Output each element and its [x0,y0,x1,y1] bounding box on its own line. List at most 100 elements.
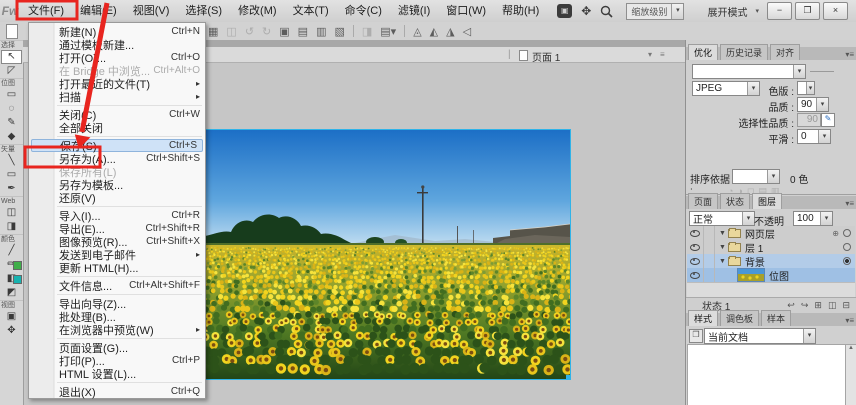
color-swatch[interactable] [13,275,22,284]
selective-quality-field[interactable]: 90 [797,113,821,127]
image-size-icon[interactable]: ◭ [430,25,438,38]
align-icon[interactable]: ▤▾ [380,25,396,38]
new-layer-icon[interactable]: ⊞ [814,300,822,311]
lock-column[interactable] [703,240,715,254]
flip-icon[interactable]: ◁ [463,25,471,38]
chevron-down-icon[interactable]: ▾ [806,82,814,94]
styles-scrollbar[interactable]: ▲ [845,344,856,405]
panel-menu-icon[interactable]: ▾≡ [845,50,856,60]
color-swatch[interactable] [13,261,22,270]
menu-item-export-wizard[interactable]: 导出向导(Z)... [29,297,205,310]
expand-mode-button[interactable]: 展开模式 [707,4,747,19]
menu-window[interactable]: 窗口(W) [438,0,494,22]
chevron-down-icon[interactable]: ▾ [816,98,828,111]
edit-selective-quality-icon[interactable]: ✎ [821,113,835,127]
menu-filters[interactable]: 滤镜(I) [390,0,438,22]
layer-row[interactable]: ▼层 1 [687,240,855,255]
menu-item-page-setup[interactable]: 页面设置(G)... [29,341,205,354]
marquee-tool[interactable]: ▭ [0,88,23,102]
eye-icon[interactable] [690,230,700,237]
send-backward-icon[interactable]: ▥ [316,25,326,38]
blend-mode-select[interactable]: 正常▾ [689,211,755,226]
export-format-select[interactable]: JPEG▾ [692,81,760,96]
menu-item-scan[interactable]: 扫描▸ [29,90,205,103]
tab-pages[interactable]: 页面 [688,193,718,209]
menu-item-save-as-template[interactable]: 另存为模板... [29,178,205,191]
new-document-icon[interactable] [6,24,18,39]
chevron-down-icon[interactable]: ▾ [820,212,832,225]
menu-edit[interactable]: 编辑(E) [72,0,125,22]
zoom-level-select[interactable]: 缩放级别 ▾ [626,3,684,20]
menu-item-exit[interactable]: 退出(X)Ctrl+Q [29,385,205,398]
panel-menu-icon[interactable]: ▾≡ [845,199,856,209]
matte-color-well[interactable]: ▾ [797,81,815,95]
eye-icon[interactable] [690,244,700,251]
menu-file[interactable]: 文件(F) [20,0,72,22]
delete-layer-icon[interactable]: ⊟ [842,300,850,311]
saved-settings-select[interactable]: ▾ [692,64,806,79]
chevron-down-icon[interactable]: ▾ [742,212,754,225]
menu-item-update-html[interactable]: 更新 HTML(H)... [29,261,205,274]
quality-select[interactable]: 90▾ [797,97,829,112]
chevron-down-icon[interactable]: ▾ [747,82,759,95]
slice-tool[interactable]: ◫ [0,206,23,220]
chevron-down-icon[interactable]: ▾ [793,65,805,78]
undo-icon[interactable]: ↺ [245,25,254,38]
menu-commands[interactable]: 命令(C) [337,0,390,22]
page-list-icon[interactable]: ≡ [660,50,665,59]
layer-row[interactable]: 位图 [687,268,855,283]
tab-history[interactable]: 历史记录 [720,44,768,60]
lock-column[interactable] [703,254,715,268]
menu-item-import[interactable]: 导入(I)...Ctrl+R [29,209,205,222]
panel-menu-icon[interactable]: ▾≡ [845,316,856,326]
selection-handle[interactable] [566,375,571,380]
pen-tool[interactable]: ✒ [0,182,23,196]
sort-by-select[interactable]: ▾ [732,169,780,184]
menu-item-close-all[interactable]: 全部关闭 [29,121,205,134]
hand-tool[interactable]: ✥ [0,324,23,338]
menu-item-new-from-template[interactable]: 通过模板新建... [29,38,205,51]
chevron-down-icon[interactable]: ▾ [767,170,779,183]
radio-indicator[interactable] [843,257,851,265]
menu-text[interactable]: 文本(T) [285,0,337,22]
minimize-button[interactable]: − [767,2,792,20]
default-colors[interactable]: ◩ [0,286,23,300]
expand-triangle-icon[interactable]: ▼ [719,230,726,237]
style-source-select[interactable]: 当前文档▾ [704,328,816,344]
menu-item-html-setup[interactable]: HTML 设置(L)... [29,367,205,380]
menu-help[interactable]: 帮助(H) [494,0,547,22]
radio-indicator[interactable] [843,229,851,237]
menu-item-close[interactable]: 关闭(C)Ctrl+W [29,108,205,121]
chevron-down-icon[interactable]: ▾ [818,130,830,143]
close-button[interactable]: × [823,2,848,20]
style-library-icon[interactable]: ❒ [689,329,703,343]
stroke-color-well[interactable]: ✏ [0,258,23,272]
smoothing-select[interactable]: 0▾ [797,129,831,144]
copy-to-states-icon[interactable]: ↪ [801,300,809,311]
bring-forward-icon[interactable]: ▤ [298,25,308,38]
opacity-select[interactable]: 100▾ [793,211,833,226]
chevron-down-icon[interactable]: ▾ [803,329,815,343]
rectangle-tool[interactable]: ▭ [0,168,23,182]
blur-tool[interactable]: ◆ [0,130,23,144]
canvas-size-icon[interactable]: ◬ [413,25,421,38]
menu-item-preview-in-browser[interactable]: 在浏览器中预览(W)▸ [29,323,205,336]
menu-item-file-info[interactable]: 文件信息...Ctrl+Alt+Shift+F [29,279,205,292]
hide-slices-tool[interactable]: ◨ [0,220,23,234]
eyedropper-tool[interactable]: ╱ [0,244,23,258]
chevron-down-icon[interactable]: ▾ [648,50,652,59]
menu-item-revert[interactable]: 还原(V) [29,191,205,204]
new-sublayer-icon[interactable]: ◫ [828,300,837,311]
tab-align[interactable]: 对齐 [770,44,800,60]
zoom-tool-icon[interactable] [600,5,613,18]
group-icon[interactable]: ◨ [362,25,372,38]
lock-column[interactable] [703,268,715,282]
eye-icon[interactable] [690,272,700,279]
rotate-icon[interactable]: ◮ [446,25,454,38]
tab-styles[interactable]: 样式 [688,310,718,326]
hand-tool-icon[interactable]: ✥ [581,4,591,18]
eye-icon[interactable] [690,258,700,265]
radio-indicator[interactable] [843,243,851,251]
menu-select[interactable]: 选择(S) [177,0,230,22]
screen-mode[interactable]: ▣ [0,310,23,324]
